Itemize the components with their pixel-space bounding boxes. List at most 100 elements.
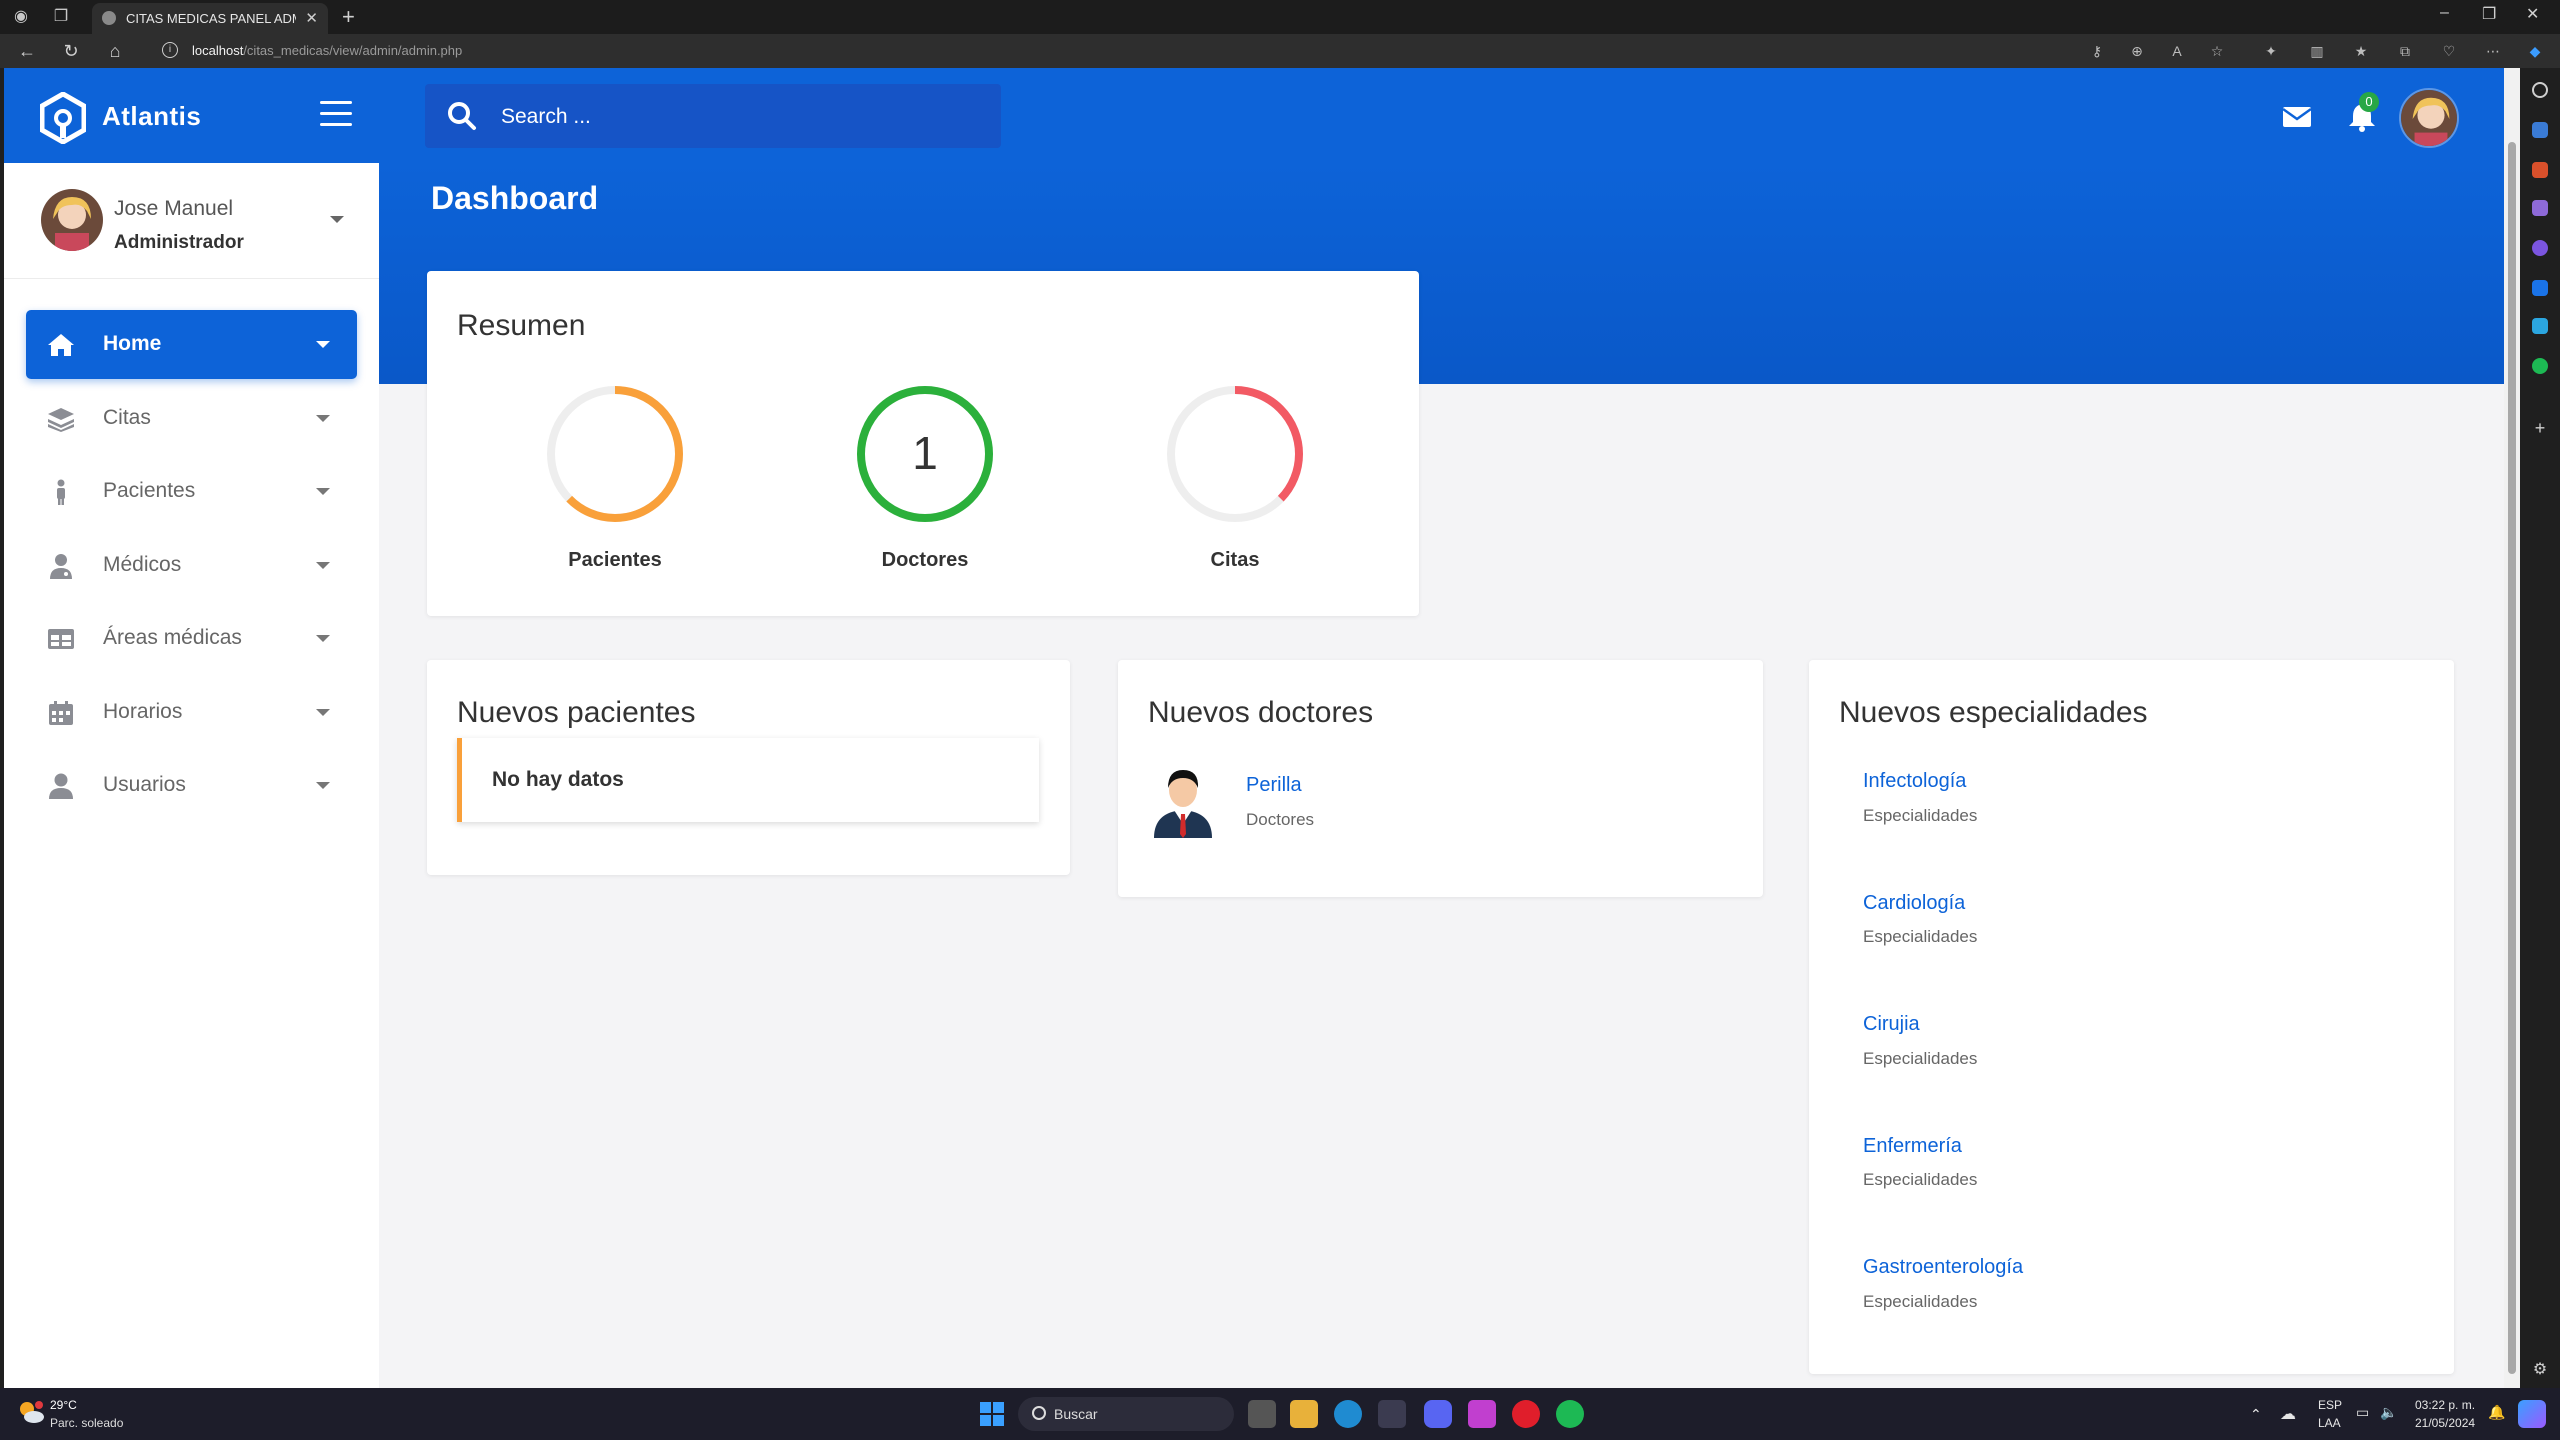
restore-icon[interactable]: ❐ bbox=[2482, 4, 2496, 24]
table-icon bbox=[48, 629, 74, 649]
discord-icon[interactable] bbox=[1424, 1400, 1452, 1428]
sidebar-item-label: Usuarios bbox=[103, 773, 186, 796]
sidebar-item-horarios[interactable]: Horarios bbox=[26, 678, 357, 747]
tray-chevron-up-icon[interactable]: ⌃ bbox=[2250, 1406, 2262, 1423]
search-icon bbox=[1032, 1406, 1046, 1420]
edge-browser-icon[interactable] bbox=[1334, 1400, 1362, 1428]
onedrive-cloud-icon[interactable]: ☁ bbox=[2280, 1404, 2296, 1424]
sidebar-item-label: Home bbox=[103, 332, 162, 355]
spotify-icon[interactable] bbox=[1556, 1400, 1584, 1428]
clock-time[interactable]: 03:22 p. m. bbox=[2415, 1398, 2475, 1412]
browser-tab[interactable]: CITAS MEDICAS PANEL ADMINIS ✕ bbox=[92, 3, 328, 34]
sidebar-item-label: Horarios bbox=[103, 700, 183, 723]
file-explorer-icon[interactable] bbox=[1290, 1400, 1318, 1428]
reload-icon[interactable]: ↻ bbox=[60, 40, 82, 62]
language-sub: LAA bbox=[2318, 1416, 2341, 1430]
workspaces-icon[interactable]: ❐ bbox=[50, 6, 72, 28]
windows-taskbar: 29°C Parc. soleado Buscar ⌃ ☁ ESP LAA ▭ … bbox=[0, 1388, 2560, 1440]
notification-bell-icon[interactable]: 🔔 bbox=[2488, 1404, 2505, 1421]
back-icon[interactable]: ← bbox=[16, 40, 38, 62]
doctor-avatar-icon bbox=[1154, 770, 1212, 838]
taskbar-search[interactable]: Buscar bbox=[1018, 1397, 1234, 1431]
favorite-star-icon[interactable]: ☆ bbox=[2206, 40, 2228, 62]
card-title: Nuevos especialidades bbox=[1839, 696, 2148, 729]
notification-badge: 0 bbox=[2359, 92, 2379, 112]
summary-card: Resumen Pacientes 1 Doctores Citas bbox=[427, 271, 1419, 616]
profile-icon[interactable]: ◉ bbox=[10, 6, 32, 28]
user-panel[interactable]: Jose Manuel Administrador bbox=[4, 163, 379, 279]
specialty-link[interactable]: Cirujia bbox=[1863, 1013, 1920, 1036]
phpstorm-icon[interactable] bbox=[1468, 1400, 1496, 1428]
chevron-down-icon[interactable] bbox=[330, 216, 344, 223]
sidebar-item-home[interactable]: Home bbox=[26, 310, 357, 379]
pacientes-ring bbox=[547, 386, 683, 522]
chevron-down-icon bbox=[316, 635, 330, 642]
sidebar-search-icon[interactable] bbox=[2532, 82, 2548, 98]
ring-label: Pacientes bbox=[568, 549, 662, 571]
language-indicator[interactable]: ESP bbox=[2318, 1398, 2342, 1412]
sidebar-send-icon[interactable] bbox=[2532, 318, 2548, 334]
sidebar-tools-icon[interactable] bbox=[2532, 162, 2548, 178]
site-info-icon[interactable]: i bbox=[162, 42, 178, 58]
collections-icon[interactable]: ⧉ bbox=[2394, 40, 2416, 62]
sidebar-spotify-icon[interactable] bbox=[2532, 358, 2548, 374]
window-close-icon[interactable]: ✕ bbox=[2526, 4, 2539, 24]
brand-name[interactable]: Atlantis bbox=[102, 101, 201, 132]
task-view-icon[interactable] bbox=[1248, 1400, 1276, 1428]
chevron-down-icon bbox=[316, 488, 330, 495]
sidebar-item-usuarios[interactable]: Usuarios bbox=[26, 751, 357, 820]
sidebar-outlook-icon[interactable] bbox=[2532, 280, 2548, 296]
home-icon bbox=[48, 334, 74, 356]
sidebar-games-icon[interactable] bbox=[2532, 200, 2548, 216]
avatar[interactable] bbox=[2399, 88, 2459, 148]
sidebar: Atlantis Jose Manuel Administrador Home bbox=[4, 68, 379, 1388]
mail-icon[interactable] bbox=[2282, 106, 2312, 128]
opera-icon[interactable] bbox=[1512, 1400, 1540, 1428]
page-viewport: Atlantis Jose Manuel Administrador Home bbox=[4, 68, 2504, 1388]
specialty-link[interactable]: Infectología bbox=[1863, 770, 1966, 793]
home-nav-icon[interactable]: ⌂ bbox=[104, 40, 126, 62]
tab-strip: ◉ ❐ CITAS MEDICAS PANEL ADMINIS ✕ + – ❐ … bbox=[0, 0, 2560, 34]
doctor-name-link[interactable]: Perilla bbox=[1246, 774, 1302, 797]
atlantis-logo-icon bbox=[40, 92, 86, 144]
split-screen-icon[interactable]: ▥ bbox=[2306, 40, 2328, 62]
url-field[interactable]: i localhost/citas_medicas/view/admin/adm… bbox=[150, 39, 2110, 63]
new-tab-icon[interactable]: + bbox=[342, 4, 355, 30]
specialty-link[interactable]: Cardiología bbox=[1863, 892, 1965, 915]
tab-close-icon[interactable]: ✕ bbox=[305, 9, 318, 27]
browser-essentials-icon[interactable]: ♡ bbox=[2438, 40, 2460, 62]
copilot-icon[interactable]: ◆ bbox=[2524, 40, 2546, 62]
key-icon[interactable]: ⚷ bbox=[2086, 40, 2108, 62]
ring-label: Doctores bbox=[881, 549, 969, 571]
sidebar-item-areas-medicas[interactable]: Áreas médicas bbox=[26, 604, 357, 673]
avatar bbox=[41, 189, 103, 251]
read-aloud-icon[interactable]: A bbox=[2166, 40, 2188, 62]
sidebar-tag-icon[interactable] bbox=[2532, 122, 2548, 138]
page-scrollbar[interactable] bbox=[2504, 68, 2520, 1388]
store-icon[interactable] bbox=[1378, 1400, 1406, 1428]
favorites-icon[interactable]: ★ bbox=[2350, 40, 2372, 62]
windows-start-icon[interactable] bbox=[978, 1400, 1006, 1428]
zoom-icon[interactable]: ⊕ bbox=[2126, 40, 2148, 62]
sidebar-m365-icon[interactable] bbox=[2532, 240, 2548, 256]
sidebar-item-pacientes[interactable]: Pacientes bbox=[26, 457, 357, 526]
specialty-link[interactable]: Gastroenterología bbox=[1863, 1256, 2023, 1279]
network-icon[interactable]: ▭ bbox=[2356, 1404, 2369, 1421]
sidebar-add-icon[interactable]: + bbox=[2532, 419, 2548, 437]
clock-date[interactable]: 21/05/2024 bbox=[2415, 1416, 2475, 1430]
sidebar-item-medicos[interactable]: Médicos bbox=[26, 531, 357, 600]
sidebar-settings-icon[interactable]: ⚙ bbox=[2532, 1362, 2548, 1378]
search-input[interactable]: Search ... bbox=[425, 84, 1001, 148]
scrollbar-thumb[interactable] bbox=[2508, 142, 2516, 1374]
specialty-link[interactable]: Enfermería bbox=[1863, 1135, 1962, 1158]
weather-sun-cloud-icon[interactable] bbox=[18, 1400, 44, 1424]
sidebar-item-citas[interactable]: Citas bbox=[26, 384, 357, 453]
doctor-role: Doctores bbox=[1246, 810, 1315, 829]
more-menu-icon[interactable]: ⋯ bbox=[2482, 40, 2504, 62]
page-title: Dashboard bbox=[431, 180, 599, 216]
minimize-icon[interactable]: – bbox=[2440, 4, 2449, 22]
hamburger-menu-icon[interactable] bbox=[320, 101, 352, 127]
copilot-taskbar-icon[interactable] bbox=[2518, 1400, 2546, 1428]
volume-icon[interactable]: 🔈 bbox=[2380, 1404, 2397, 1421]
extensions-icon[interactable]: ✦ bbox=[2260, 40, 2282, 62]
